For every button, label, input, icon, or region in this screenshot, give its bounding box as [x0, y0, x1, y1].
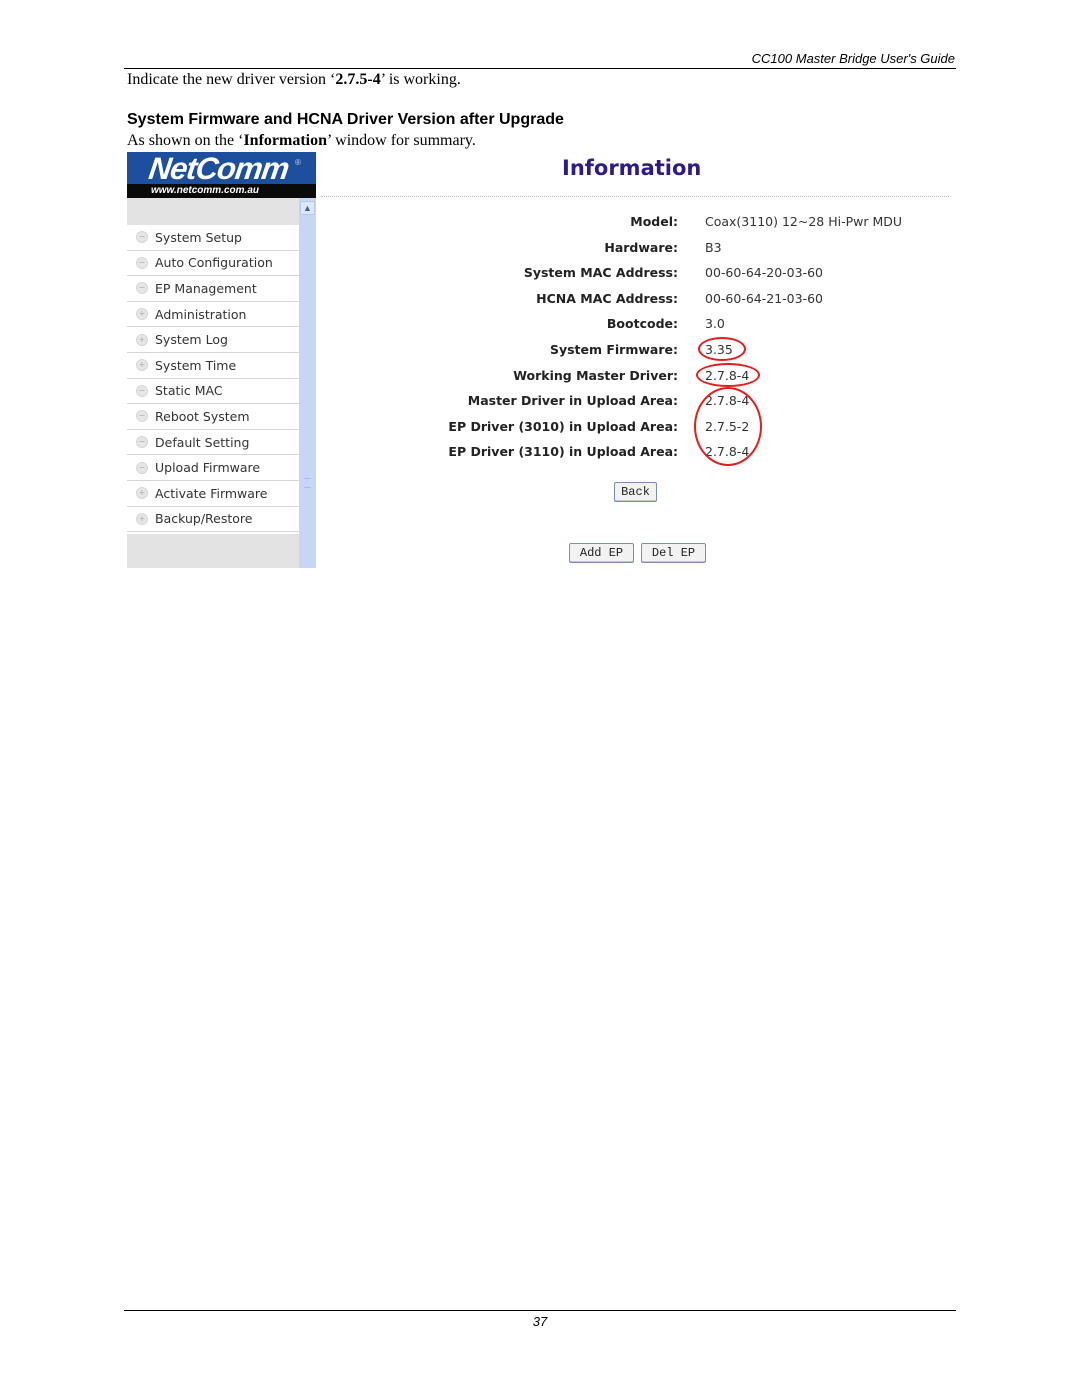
sidebar-header: [127, 198, 299, 225]
summary-paragraph: As shown on the ‘Information’ window for…: [127, 132, 476, 150]
info-row: Working Master Driver: 2.7.8-4: [321, 364, 941, 390]
info-label: HCNA MAC Address:: [536, 290, 678, 306]
sidebar-scrollbar[interactable]: ▲: [299, 198, 316, 568]
footer-rule: [124, 1310, 956, 1311]
collapse-minus-icon: −: [136, 436, 148, 449]
intro-paragraph: Indicate the new driver version ‘2.7.5-4…: [127, 71, 461, 89]
info-value: 3.0: [705, 316, 725, 332]
sidebar-item-auto-configuration[interactable]: − Auto Configuration: [127, 251, 299, 277]
info-row: Master Driver in Upload Area: 2.7.8-4: [321, 389, 941, 415]
info-value: 00-60-64-21-03-60: [705, 290, 823, 306]
info-value: 00-60-64-20-03-60: [705, 265, 823, 281]
section-heading: System Firmware and HCNA Driver Version …: [127, 111, 564, 128]
sidebar-item-label: Static MAC: [155, 383, 223, 399]
info-row: Model: Coax(3110) 12~28 Hi-Pwr MDU: [321, 210, 941, 236]
information-window-screenshot: NetComm ® www.netcomm.com.au − System Set…: [127, 152, 949, 568]
expand-plus-icon: +: [136, 359, 148, 372]
expand-plus-icon: +: [136, 308, 148, 321]
sidebar-item-label: Default Setting: [155, 434, 250, 450]
summary-emphasis: Information: [243, 132, 327, 149]
intro-version: 2.7.5-4: [335, 71, 381, 88]
add-ep-button[interactable]: Add EP: [569, 543, 634, 563]
del-ep-button[interactable]: Del EP: [641, 543, 706, 563]
running-header: CC100 Master Bridge User's Guide: [751, 51, 955, 66]
info-row: System MAC Address: 00-60-64-20-03-60: [321, 261, 941, 287]
info-label: EP Driver (3010) in Upload Area:: [448, 418, 678, 434]
info-row: EP Driver (3010) in Upload Area: 2.7.5-2: [321, 415, 941, 441]
sidebar-item-upload-firmware[interactable]: − Upload Firmware: [127, 455, 299, 481]
highlight-upload-drivers-ellipse: [694, 387, 762, 466]
info-label: System Firmware:: [549, 341, 678, 357]
info-row: EP Driver (3110) in Upload Area: 2.7.8-4: [321, 440, 941, 466]
header-rule: [124, 68, 956, 69]
info-table: Model: Coax(3110) 12~28 Hi-Pwr MDU Hardwar…: [321, 210, 941, 466]
sidebar-item-label: System Log: [155, 332, 228, 348]
collapse-minus-icon: −: [136, 410, 148, 423]
info-value: Coax(3110) 12~28 Hi-Pwr MDU: [705, 214, 903, 229]
page-number: 37: [532, 1314, 548, 1329]
sidebar-item-label: Activate Firmware: [155, 485, 268, 501]
collapse-minus-icon: −: [136, 256, 148, 269]
sidebar-item-label: Upload Firmware: [155, 460, 261, 476]
sidebar-item-system-log[interactable]: + System Log: [127, 327, 299, 353]
scroll-up-arrow-icon[interactable]: ▲: [300, 201, 315, 215]
sidebar-item-backup-restore[interactable]: + Backup/Restore: [127, 507, 299, 533]
sidebar-item-default-setting[interactable]: − Default Setting: [127, 430, 299, 456]
sidebar-item-label: Administration: [155, 306, 247, 322]
logo-url: www.netcomm.com.au: [127, 184, 316, 198]
collapse-minus-icon: −: [136, 231, 148, 244]
sidebar-item-label: Auto Configuration: [155, 255, 273, 271]
expand-plus-icon: +: [136, 512, 148, 525]
back-button[interactable]: Back: [614, 482, 657, 502]
registered-mark-icon: ®: [295, 158, 301, 167]
sidebar-item-label: Backup/Restore: [155, 511, 253, 527]
info-row: Bootcode: 3.0: [321, 312, 941, 338]
info-row: Hardware: B3: [321, 236, 941, 262]
sidebar-footer: [127, 534, 299, 568]
netcomm-logo: NetComm ® www.netcomm.com.au: [127, 152, 316, 198]
sidebar-item-ep-management[interactable]: − EP Management: [127, 276, 299, 302]
expand-plus-icon: +: [136, 487, 148, 500]
info-value: B3: [705, 239, 722, 255]
title-divider: [321, 196, 949, 197]
info-label: Bootcode:: [606, 316, 678, 332]
sidebar-item-label: EP Management: [155, 280, 257, 296]
sidebar-item-administration[interactable]: + Administration: [127, 302, 299, 328]
sidebar-item-static-mac[interactable]: − Static MAC: [127, 379, 299, 405]
sidebar-item-label: System Time: [155, 357, 237, 373]
summary-prefix: As shown on the ‘: [127, 132, 244, 149]
expand-plus-icon: +: [136, 333, 148, 346]
menu-list: − System Setup − Auto Configuration − EP Mana…: [127, 225, 299, 533]
info-label: Master Driver in Upload Area:: [467, 393, 678, 409]
logo-name: NetComm: [146, 152, 291, 186]
collapse-minus-icon: −: [136, 384, 148, 397]
intro-prefix: Indicate the new driver version ‘: [127, 71, 336, 88]
sidebar-item-label: System Setup: [155, 229, 242, 245]
info-row: HCNA MAC Address: 00-60-64-21-03-60: [321, 287, 941, 313]
sidebar-item-label: Reboot System: [155, 408, 250, 424]
sidebar-item-system-time[interactable]: + System Time: [127, 353, 299, 379]
sidebar-item-reboot-system[interactable]: − Reboot System: [127, 404, 299, 430]
sidebar-menu: − System Setup − Auto Configuration − EP Mana…: [127, 198, 299, 568]
info-label: System MAC Address:: [523, 265, 678, 281]
info-row: System Firmware: 3.35: [321, 338, 941, 364]
scroll-grip-icon[interactable]: [304, 478, 311, 488]
highlight-working-driver-ellipse: [696, 363, 760, 387]
info-label: Hardware:: [604, 239, 678, 255]
sidebar-item-activate-firmware[interactable]: + Activate Firmware: [127, 481, 299, 507]
page-title: Information: [562, 156, 702, 180]
info-label: Model:: [630, 214, 678, 229]
collapse-minus-icon: −: [136, 461, 148, 474]
info-label: Working Master Driver:: [513, 367, 678, 383]
summary-suffix: ’ window for summary.: [327, 132, 476, 149]
highlight-firmware-ellipse: [698, 337, 746, 361]
collapse-minus-icon: −: [136, 282, 148, 295]
sidebar-item-system-setup[interactable]: − System Setup: [127, 225, 299, 251]
intro-suffix: ’ is working.: [380, 71, 461, 88]
info-label: EP Driver (3110) in Upload Area:: [448, 444, 678, 460]
